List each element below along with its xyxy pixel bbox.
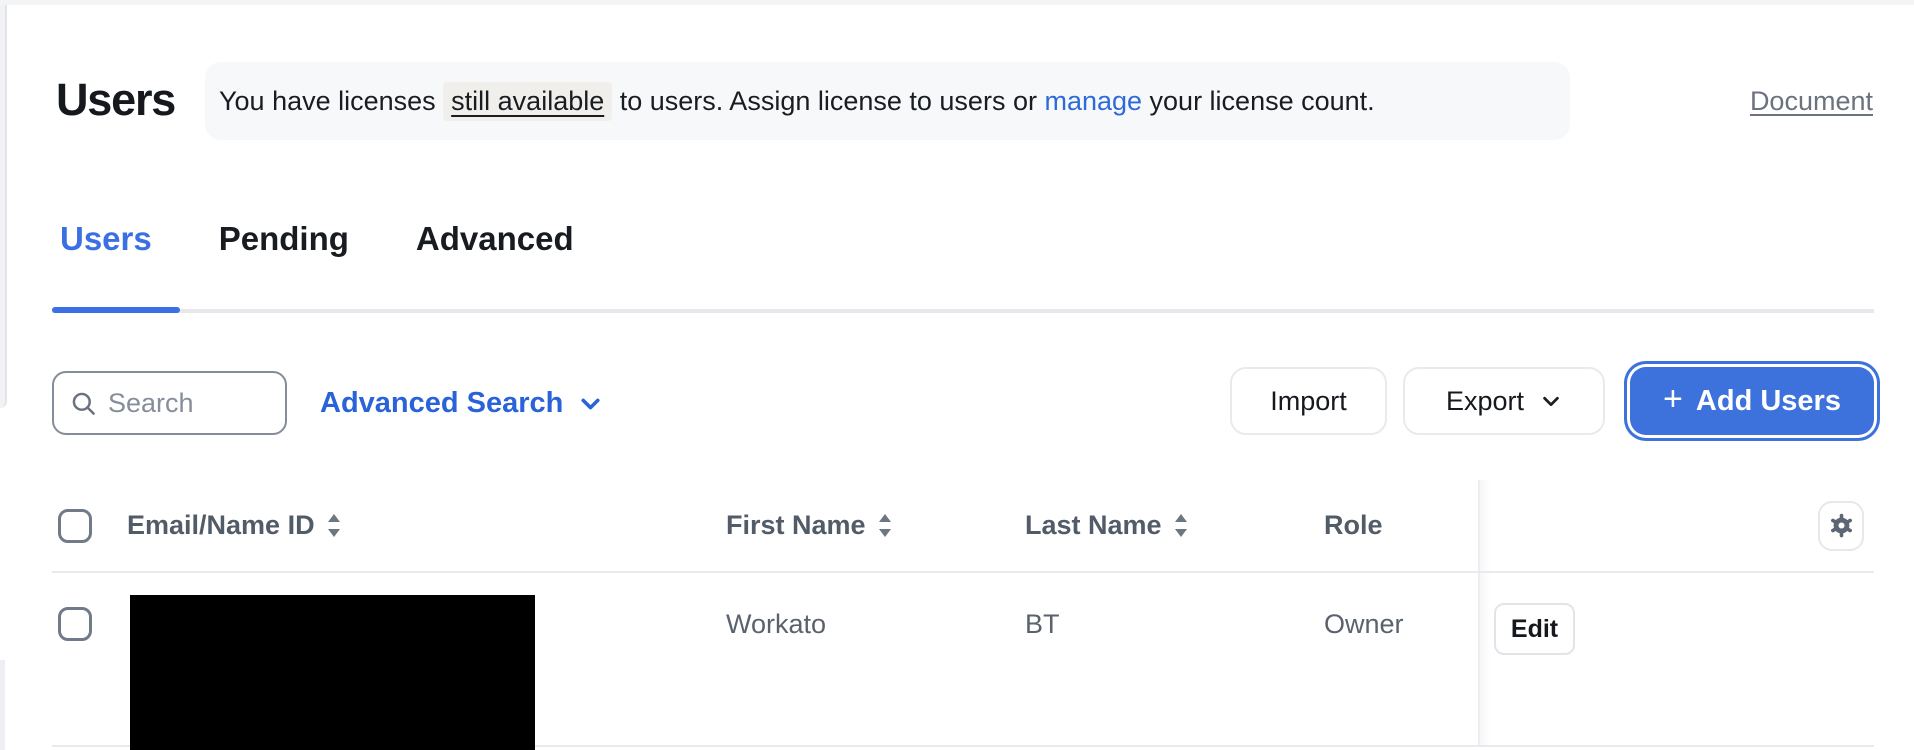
sort-icon[interactable]: [878, 512, 892, 539]
column-label: First Name: [726, 510, 866, 540]
edit-button[interactable]: Edit: [1494, 603, 1575, 655]
add-users-button[interactable]: + Add Users: [1630, 367, 1874, 435]
search-box[interactable]: [52, 371, 287, 435]
column-header-last-name[interactable]: Last Name: [1025, 510, 1324, 541]
banner-text-middle: to users. Assign license to users or: [612, 85, 1045, 116]
users-admin-page: Users You have licenses still available …: [0, 0, 1914, 750]
sort-icon[interactable]: [327, 512, 341, 539]
cell-role: Owner: [1324, 609, 1404, 639]
column-label: Role: [1324, 510, 1383, 540]
banner-highlight: still available: [443, 81, 613, 121]
advanced-search-label: Advanced Search: [320, 386, 564, 419]
banner-text-after: your license count.: [1142, 85, 1375, 116]
document-link[interactable]: Document: [1750, 86, 1873, 117]
sort-icon[interactable]: [1174, 512, 1188, 539]
cell-last-name: BT: [1025, 609, 1060, 639]
page-title: Users: [56, 74, 176, 125]
search-input[interactable]: [108, 387, 268, 419]
gear-icon: [1828, 512, 1855, 539]
tab-bar: Users Pending Advanced: [60, 220, 574, 258]
column-header-email[interactable]: Email/Name ID: [127, 510, 726, 541]
license-banner: You have licenses still available to use…: [205, 62, 1570, 140]
column-header-role: Role: [1324, 510, 1478, 541]
banner-text-before: You have licenses: [219, 85, 444, 116]
tab-advanced[interactable]: Advanced: [416, 220, 574, 258]
row-checkbox[interactable]: [58, 607, 92, 641]
active-tab-indicator: [52, 307, 180, 313]
chevron-down-icon: [578, 391, 603, 416]
add-users-label: Add Users: [1695, 384, 1841, 417]
top-edge-strip: [0, 0, 1914, 5]
manage-link[interactable]: manage: [1044, 86, 1142, 117]
tab-divider: [52, 309, 1874, 313]
tab-users[interactable]: Users: [60, 220, 152, 258]
redacted-email-block: [130, 595, 535, 750]
import-label: Import: [1270, 385, 1347, 416]
actions-column-header: [1478, 480, 1874, 571]
advanced-search-toggle[interactable]: Advanced Search: [320, 371, 603, 435]
column-label: Email/Name ID: [127, 510, 315, 540]
left-panel-edge: [0, 5, 7, 408]
column-label: Last Name: [1025, 510, 1162, 540]
row-actions-cell: Edit: [1478, 573, 1874, 745]
tab-pending[interactable]: Pending: [219, 220, 349, 258]
column-settings-button[interactable]: [1818, 500, 1864, 551]
plus-icon: +: [1663, 380, 1683, 418]
users-table: Email/Name ID First Name Last Name Role …: [52, 480, 1874, 750]
chevron-down-icon: [1540, 390, 1562, 412]
import-button[interactable]: Import: [1230, 367, 1387, 435]
select-all-checkbox[interactable]: [58, 508, 92, 543]
search-icon: [70, 390, 97, 417]
export-label: Export: [1445, 385, 1525, 416]
cell-first-name: Workato: [726, 609, 827, 639]
column-header-first-name[interactable]: First Name: [726, 510, 1025, 541]
table-header-row: Email/Name ID First Name Last Name Role: [52, 480, 1874, 573]
left-panel-edge-bottom: [0, 660, 5, 750]
export-button[interactable]: Export: [1403, 367, 1605, 435]
